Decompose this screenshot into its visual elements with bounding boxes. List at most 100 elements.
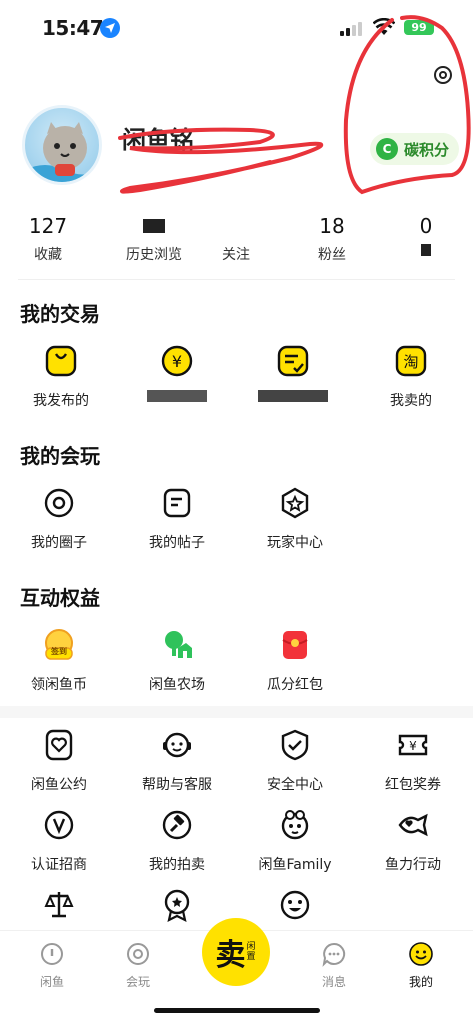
auction-hammer-icon (162, 810, 192, 840)
tab-messages[interactable]: 消息 (304, 941, 364, 990)
settings-gear-icon[interactable] (432, 64, 454, 86)
trade-item-bought[interactable] (238, 344, 348, 406)
nickname[interactable]: 闲鱼铭 (122, 120, 194, 155)
tab-play[interactable]: 会玩 (108, 941, 168, 990)
benefit-item-red-envelope[interactable]: 瓜分红包 (240, 628, 350, 694)
play-circle-icon (127, 943, 149, 965)
tab-xianyu[interactable]: 闲鱼 (22, 941, 82, 990)
stat-value: 127 (28, 214, 68, 238)
stat-label: 关注 (222, 247, 250, 263)
cellular-signal-icon (340, 22, 362, 36)
trade-item-published[interactable]: 我发布的 (6, 344, 116, 410)
grid-item-label: 帮助与客服 (142, 777, 212, 793)
stats-row: 127 收藏 历史浏览 关注 18 粉丝 0 (0, 214, 473, 270)
trade-item-taobao[interactable]: 淘 我卖的 (356, 344, 466, 410)
avatar[interactable] (22, 105, 102, 185)
benefit-item-coins[interactable]: 签到 领闲鱼币 (4, 628, 114, 694)
section-title-play: 我的会玩 (20, 444, 100, 468)
publish-icon (45, 345, 77, 377)
me-smile-icon (409, 942, 433, 966)
status-time: 15:47 (42, 16, 104, 40)
grid-item-label: 闲鱼公约 (31, 777, 87, 793)
tab-label: 我的 (408, 975, 433, 989)
message-icon (322, 942, 346, 967)
carbon-icon: C (376, 138, 398, 160)
service-item-medal[interactable] (122, 888, 232, 922)
play-item-player-center[interactable]: 玩家中心 (240, 486, 350, 552)
stat-fans[interactable]: 18 粉丝 (292, 214, 372, 264)
service-item-certification[interactable]: 认证招商 (4, 808, 114, 874)
service-item-fish-action[interactable]: 鱼力行动 (358, 808, 468, 874)
circle-icon (44, 488, 74, 518)
stat-label: 粉丝 (318, 247, 346, 263)
section-divider (0, 706, 473, 718)
home-indicator (154, 1008, 320, 1013)
carbon-points-label: 碳积分 (404, 140, 450, 159)
emoji-icon (280, 890, 310, 920)
stat-label-redacted (386, 244, 466, 260)
grid-item-label: 鱼力行动 (385, 857, 441, 873)
tab-me[interactable]: 我的 (391, 941, 451, 990)
battery-icon: 99 (404, 20, 434, 35)
coupon-icon: ¥ (398, 734, 428, 756)
grid-item-label: 我发布的 (33, 393, 89, 409)
home-fish-icon (41, 943, 63, 965)
taobao-icon: 淘 (395, 345, 427, 377)
bought-list-icon (277, 345, 309, 377)
grid-item-label: 玩家中心 (267, 535, 323, 551)
tab-label: 消息 (321, 975, 346, 989)
stat-label: 收藏 (34, 247, 62, 263)
medal-icon (164, 889, 190, 922)
service-item-family[interactable]: 闲鱼Family (240, 808, 350, 874)
grid-item-label: 安全中心 (267, 777, 323, 793)
sell-button-label: 卖 (215, 938, 246, 973)
grid-item-label: 瓜分红包 (267, 677, 323, 693)
post-icon (163, 488, 191, 518)
star-badge-icon (281, 487, 309, 519)
grid-item-label: 我的圈子 (31, 535, 87, 551)
grid-item-label-redacted (238, 390, 348, 406)
grid-item-label: 我卖的 (390, 393, 432, 409)
status-bar: 15:47 99 (0, 0, 473, 56)
carbon-points-badge[interactable]: C 碳积分 (370, 133, 460, 165)
play-item-posts[interactable]: 我的帖子 (122, 486, 232, 552)
trade-item-sold[interactable]: ¥ (122, 344, 232, 406)
stat-history[interactable]: 历史浏览 (104, 214, 204, 264)
tab-label: 会玩 (125, 975, 150, 989)
verified-v-icon (44, 810, 74, 840)
stat-favorites[interactable]: 127 收藏 (8, 214, 88, 264)
stat-other[interactable]: 0 (386, 214, 466, 260)
svg-text:¥: ¥ (172, 352, 182, 371)
grid-item-label: 认证招商 (31, 857, 87, 873)
service-item-security[interactable]: 安全中心 (240, 728, 350, 794)
grid-item-label: 闲鱼农场 (149, 677, 205, 693)
stat-label: 历史浏览 (126, 247, 182, 263)
service-item-emoji[interactable] (240, 888, 350, 922)
yen-coin-icon: ¥ (161, 345, 193, 377)
service-item-convention[interactable]: 闲鱼公约 (4, 728, 114, 794)
stat-value-redacted (196, 214, 276, 238)
grid-item-label: 我的帖子 (149, 535, 205, 551)
service-item-help[interactable]: 帮助与客服 (122, 728, 232, 794)
tab-label: 闲鱼 (39, 975, 64, 989)
svg-text:¥: ¥ (409, 739, 417, 753)
stat-value-redacted (104, 214, 204, 238)
section-title-trades: 我的交易 (20, 302, 100, 326)
service-item-auction[interactable]: 我的拍卖 (122, 808, 232, 874)
fish-heart-icon (398, 813, 428, 837)
sell-button-sublabel: 闲置 (246, 942, 256, 962)
location-arrow-icon (100, 18, 120, 38)
red-envelope-icon (282, 631, 308, 659)
stat-following[interactable]: 关注 (196, 214, 276, 264)
sign-in-badge: 签到 (51, 647, 67, 656)
customer-service-icon (163, 732, 191, 758)
service-item-coupons[interactable]: ¥ 红包奖券 (358, 728, 468, 794)
divider (18, 279, 455, 280)
grid-item-label: 红包奖券 (385, 777, 441, 793)
sell-button[interactable]: 卖 闲置 (202, 918, 270, 986)
play-item-circle[interactable]: 我的圈子 (4, 486, 114, 552)
grid-item-label: 我的拍卖 (149, 857, 205, 873)
section-title-benefits: 互动权益 (20, 586, 100, 610)
service-item-scale[interactable] (4, 888, 114, 922)
benefit-item-farm[interactable]: 闲鱼农场 (122, 628, 232, 694)
